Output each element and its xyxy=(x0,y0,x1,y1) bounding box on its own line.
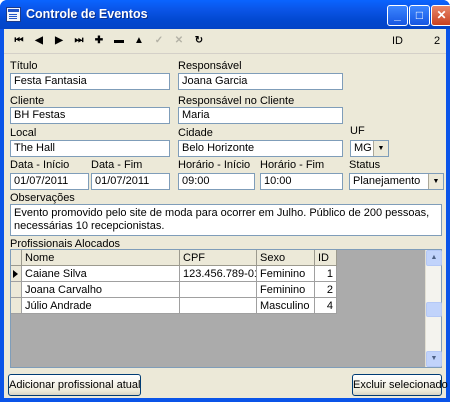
horario-fim-field[interactable]: 10:00 xyxy=(260,173,343,190)
local-field[interactable]: The Hall xyxy=(10,140,170,157)
horario-inicio-label: Horário - Início xyxy=(178,159,251,171)
cell-sexo[interactable]: Feminino xyxy=(257,266,315,282)
cell-id[interactable]: 4 xyxy=(315,298,337,314)
window-title: Controle de Eventos xyxy=(26,7,148,21)
titulo-label: Título xyxy=(10,60,38,72)
maximize-button[interactable]: □ xyxy=(409,5,430,26)
uf-select[interactable]: MG ▼ xyxy=(350,140,389,157)
form-client-area: ⏮ ◀ ▶ ⏭ ✚ ▬ ▲ ✓ ✕ ↻ ID 2 Título Festa Fa… xyxy=(4,29,448,398)
excluir-selecionado-button[interactable]: Excluir selecionado xyxy=(352,374,448,396)
responsavel-field[interactable]: Joana Garcia xyxy=(178,73,343,90)
cell-id[interactable]: 1 xyxy=(315,266,337,282)
data-inicio-field[interactable]: 01/07/2011 xyxy=(10,173,89,190)
uf-selected-value: MG xyxy=(354,142,372,154)
cliente-field[interactable]: BH Festas xyxy=(10,107,170,124)
delete-icon[interactable]: ▬ xyxy=(110,33,128,49)
table-row[interactable]: Caiane Silva 123.456.789-01 Feminino 1 xyxy=(11,266,342,282)
id-label: ID xyxy=(392,35,403,47)
cell-cpf[interactable]: 123.456.789-01 xyxy=(180,266,257,282)
table-row[interactable]: Júlio Andrade Masculino 4 xyxy=(11,298,342,314)
cancel-icon[interactable]: ✕ xyxy=(170,33,188,49)
navigation-toolbar: ⏮ ◀ ▶ ⏭ ✚ ▬ ▲ ✓ ✕ ↻ ID 2 xyxy=(4,29,446,53)
status-selected-value: Planejamento xyxy=(353,175,421,187)
next-record-icon[interactable]: ▶ xyxy=(50,33,68,49)
adicionar-profissional-button[interactable]: Adicionar profissional atual xyxy=(8,374,141,396)
uf-label: UF xyxy=(350,125,365,137)
title-bar[interactable]: Controle de Eventos _ □ ✕ xyxy=(0,0,450,29)
column-header-id[interactable]: ID xyxy=(315,250,337,266)
window-bottom-border xyxy=(0,398,450,402)
chevron-down-icon[interactable]: ▼ xyxy=(373,141,388,156)
grid-header-row: Nome CPF Sexo ID xyxy=(11,250,342,266)
cell-sexo[interactable]: Feminino xyxy=(257,282,315,298)
grid-body: Nome CPF Sexo ID Caiane Silva 123.456.78… xyxy=(11,250,425,367)
table-row[interactable]: Joana Carvalho Feminino 2 xyxy=(11,282,342,298)
data-fim-field[interactable]: 01/07/2011 xyxy=(91,173,170,190)
current-row-arrow-icon xyxy=(13,270,18,278)
titulo-field[interactable]: Festa Fantasia xyxy=(10,73,170,90)
id-value: 2 xyxy=(434,35,441,47)
minimize-button[interactable]: _ xyxy=(387,5,408,26)
cidade-label: Cidade xyxy=(178,127,213,139)
toolbar-divider xyxy=(4,53,446,54)
chevron-down-icon[interactable]: ▼ xyxy=(428,174,443,189)
responsavel-cliente-field[interactable]: Maria xyxy=(178,107,343,124)
prev-record-icon[interactable]: ◀ xyxy=(30,33,48,49)
row-selector[interactable] xyxy=(11,266,22,282)
responsavel-cliente-label: Responsável no Cliente xyxy=(178,95,295,107)
last-record-icon[interactable]: ⏭ xyxy=(70,33,88,49)
data-fim-label: Data - Fim xyxy=(91,159,143,171)
horario-fim-label: Horário - Fim xyxy=(260,159,325,171)
cliente-label: Cliente xyxy=(10,95,45,107)
cell-cpf[interactable] xyxy=(180,282,257,298)
cidade-field[interactable]: Belo Horizonte xyxy=(178,140,343,157)
responsavel-label: Responsável xyxy=(178,60,242,72)
refresh-icon[interactable]: ↻ xyxy=(190,33,208,49)
status-label: Status xyxy=(349,159,381,171)
column-header-cpf[interactable]: CPF xyxy=(180,250,257,266)
scroll-up-icon[interactable]: ▲ xyxy=(426,250,442,266)
column-header-sexo[interactable]: Sexo xyxy=(257,250,315,266)
observacoes-textarea[interactable]: Evento promovido pelo site de moda para … xyxy=(10,204,442,236)
row-selector[interactable] xyxy=(11,282,22,298)
scroll-down-icon[interactable]: ▼ xyxy=(426,351,442,367)
add-icon[interactable]: ✚ xyxy=(90,33,108,49)
row-header-corner xyxy=(11,250,22,266)
horario-inicio-field[interactable]: 09:00 xyxy=(178,173,255,190)
move-up-icon[interactable]: ▲ xyxy=(130,33,148,49)
cell-id[interactable]: 2 xyxy=(315,282,337,298)
cell-nome[interactable]: Joana Carvalho xyxy=(22,282,180,298)
data-inicio-label: Data - Início xyxy=(10,159,70,171)
first-record-icon[interactable]: ⏮ xyxy=(10,33,28,49)
grid-vertical-scrollbar[interactable]: ▲ ▼ xyxy=(425,250,442,367)
scroll-thumb[interactable] xyxy=(426,302,442,317)
save-icon[interactable]: ✓ xyxy=(150,33,168,49)
app-window: Controle de Eventos _ □ ✕ ⏮ ◀ ▶ ⏭ ✚ ▬ ▲ … xyxy=(0,0,450,402)
observacoes-label: Observações xyxy=(10,192,75,204)
cell-nome[interactable]: Júlio Andrade xyxy=(22,298,180,314)
profissionais-grid[interactable]: Nome CPF Sexo ID Caiane Silva 123.456.78… xyxy=(10,249,442,368)
cell-sexo[interactable]: Masculino xyxy=(257,298,315,314)
cell-nome[interactable]: Caiane Silva xyxy=(22,266,180,282)
close-button[interactable]: ✕ xyxy=(431,5,450,26)
column-header-nome[interactable]: Nome xyxy=(22,250,180,266)
cell-cpf[interactable] xyxy=(180,298,257,314)
row-selector[interactable] xyxy=(11,298,22,314)
status-select[interactable]: Planejamento ▼ xyxy=(349,173,444,190)
local-label: Local xyxy=(10,127,37,139)
app-form-icon xyxy=(6,7,21,22)
